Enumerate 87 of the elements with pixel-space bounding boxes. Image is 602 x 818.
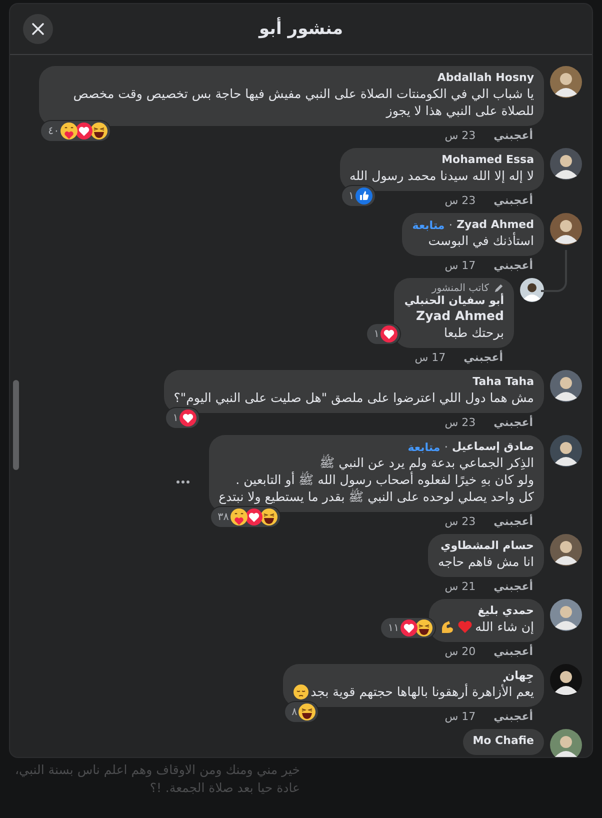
reaction-badge[interactable]: ٤٠ [41,121,110,141]
comment-text: مش هما دول اللي اعترضوا على ملصق "هل صليت على النبي اليوم"؟ [174,389,534,406]
avatar[interactable] [550,213,582,245]
like-link[interactable]: أعجبني [494,645,533,658]
laughing-face-icon [90,122,108,140]
avatar[interactable] [550,435,582,467]
reaction-badge[interactable]: ٣٨ [210,507,280,527]
comment-text: يعم الأزاهرة أرهقونا بالهاها حجتهم قوية بجد [310,683,534,700]
comment-time[interactable]: 20 س [444,645,476,658]
comment-time[interactable]: 21 س [444,580,476,593]
separator-dot: · [444,440,448,454]
flexed-arm-icon [439,618,456,634]
commenter-name[interactable]: Mo Chafie [472,734,534,748]
close-icon [31,22,45,36]
sad-face-icon [292,684,309,700]
like-link[interactable]: أعجبني [494,259,533,272]
comment-text: كل واحد يصلي لوحده على النبي ﷺ بقدر ما يستطيع ولا نبتدع [218,488,534,505]
reaction-count: ٣٨ [216,511,230,523]
like-link[interactable]: أعجبني [494,194,533,207]
avatar[interactable] [550,729,582,757]
commenter-name[interactable]: جِهان ۪ٜ [502,669,534,683]
separator-dot: · [448,218,453,232]
pencil-icon [493,283,504,294]
avatar[interactable] [520,278,544,302]
thumbs-up-icon [355,187,374,205]
comment-time[interactable]: 23 س [444,515,476,528]
commenter-name[interactable]: Zyad Ahmed [456,218,534,232]
comment-text: يا شباب الي في الكومنتات الصلاة على النبي مفيش فيها حاجة بس تخصيص وقت مخصص للصلاة على النبي هذا لا يجوز [72,85,534,119]
like-link[interactable]: أعجبني [494,515,533,528]
close-button[interactable] [23,14,53,44]
comment-text: انا مش فاهم حاجه [438,553,534,570]
commenter-name[interactable]: صادق إسماعيل [452,440,534,454]
commenter-name[interactable]: أبو سفيان الحنبلي [404,294,504,308]
comment-text: لا إله إلا الله سيدنا محمد رسول الله [350,167,534,184]
like-link[interactable]: أعجبني [494,129,533,142]
commenter-name[interactable]: حمدي بليغ [478,604,534,618]
comment-time[interactable]: 23 س [444,129,476,142]
more-options-icon[interactable] [174,478,191,484]
hugging-face-icon [60,122,78,140]
reaction-count: ١ [172,412,180,424]
comment-text: برحتك طبعا [444,324,504,341]
avatar[interactable] [550,599,582,631]
reaction-badge[interactable]: ١١ [380,618,436,638]
comment-time[interactable]: 17 س [444,710,476,723]
follow-link[interactable]: متابعة [412,218,445,232]
laughing-face-icon [415,619,434,637]
reaction-count: ٤٠ [47,125,60,137]
reaction-count: ١ [348,190,356,202]
avatar[interactable] [550,66,582,98]
comment-time[interactable]: 23 س [444,194,476,207]
reaction-badge[interactable]: ١ [166,408,200,428]
reaction-count: ١ [372,328,380,340]
comment-time[interactable]: 23 س [444,416,476,429]
commenter-name[interactable]: Abdallah Hosny [437,71,534,85]
avatar[interactable] [550,370,582,402]
heart-icon [457,618,474,634]
comment-text: ولو كان بهِ خيرًا لفعلوه أصحاب رسول الله ﷺ أو التابعين . [236,471,534,488]
mention-tag[interactable]: Zyad Ahmed [416,308,504,324]
reaction-count: ١١ [386,622,400,634]
commenter-name[interactable]: Mohamed Essa [442,153,534,167]
scrollbar[interactable] [13,380,19,470]
hugging-face-icon [230,508,248,526]
commenter-name[interactable]: حسام المشطاوي [440,539,534,553]
commenter-name[interactable]: Taha Taha [472,375,534,389]
reaction-badge[interactable]: ١ [366,324,400,344]
comment-time[interactable]: 17 س [444,259,476,272]
laughing-face-icon [298,703,316,721]
avatar[interactable] [550,534,582,566]
follow-link[interactable]: متابعة [408,440,440,454]
dialog-title: منشور أبو [259,19,343,39]
background-post-text: عادة حيا بعد صلاة الجمعة. !؟ [148,779,300,797]
like-link[interactable]: أعجبني [494,710,533,723]
comment-text: استأذنك في البوست [428,232,534,249]
laughing-face-icon [260,508,278,526]
avatar[interactable] [550,148,582,180]
avatar[interactable] [550,664,582,696]
comment-time[interactable]: 17 س [414,351,446,364]
comment-text: إن شاء الله [475,618,534,635]
reaction-badge[interactable]: ٨ [284,702,318,722]
author-label: كاتب المنشور [432,283,489,294]
comment-text: الذِكر الجماعي بدعة ولم يرد عن النبي ﷺ [320,454,534,471]
background-post-text: خير مني ومنك ومن الاوقاف وهم اعلم ناس بسنة النبي، [14,761,300,779]
like-link[interactable]: أعجبني [464,351,503,364]
reaction-badge[interactable]: ١ [342,186,376,206]
reaction-count: ٨ [290,706,298,718]
like-link[interactable]: أعجبني [494,416,533,429]
like-link[interactable]: أعجبني [494,580,533,593]
